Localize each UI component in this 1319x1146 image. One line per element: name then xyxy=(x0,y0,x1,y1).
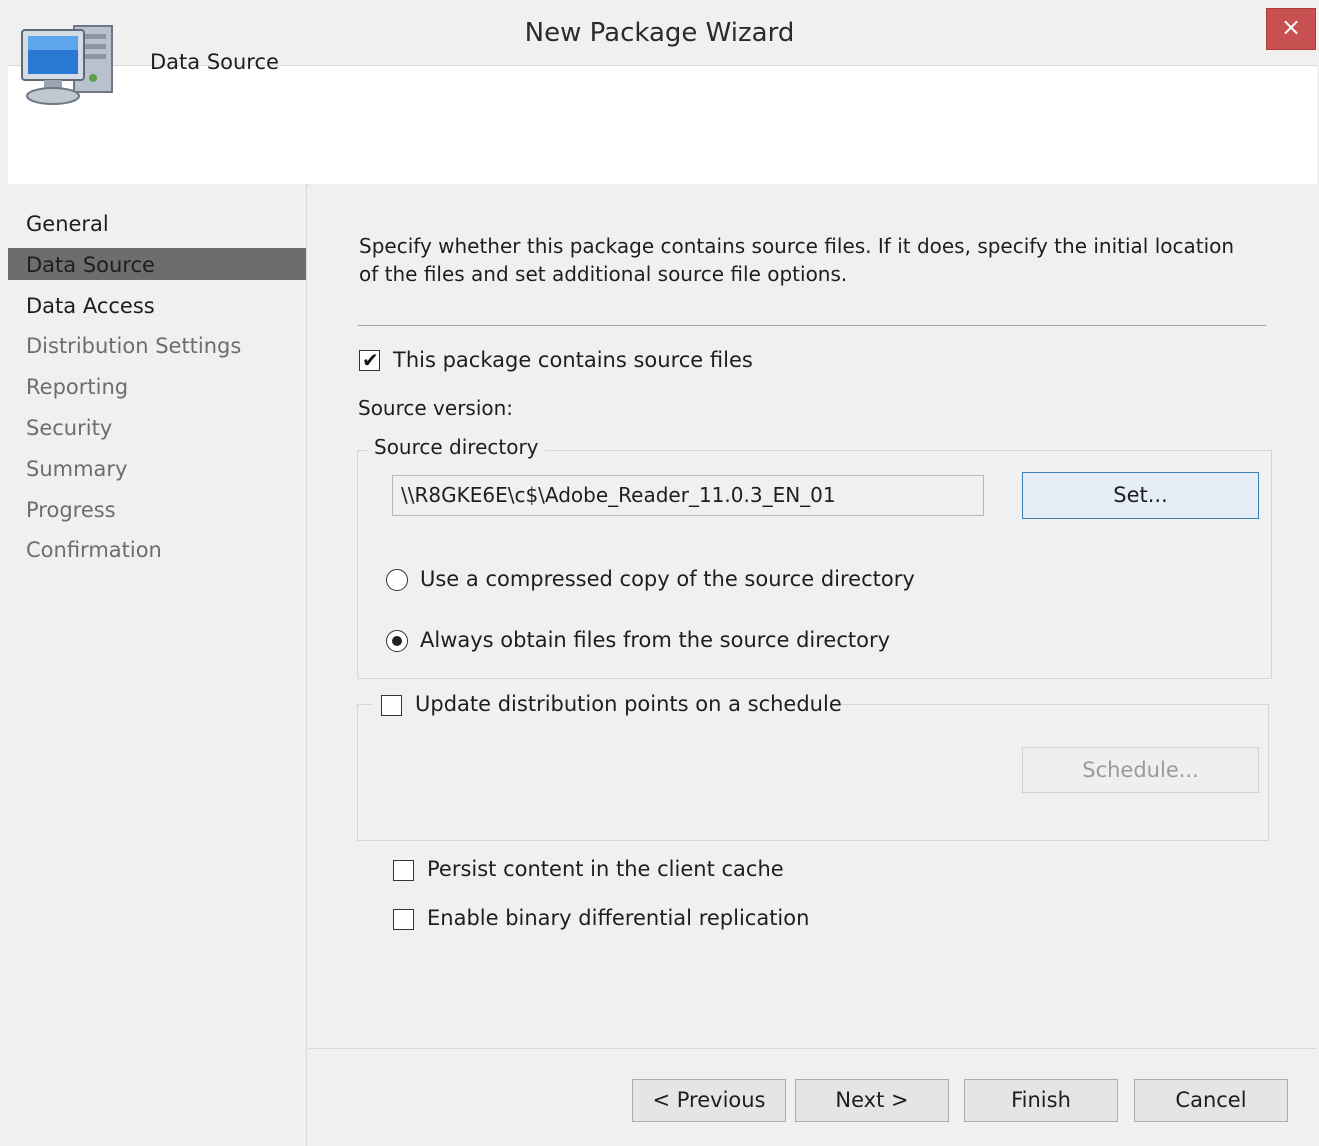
page-description: Specify whether this package contains so… xyxy=(359,234,1235,286)
sidebar-item-distribution-settings: Distribution Settings xyxy=(26,334,242,358)
window-title: New Package Wizard xyxy=(524,18,795,48)
sidebar-item-data-source[interactable]: Data Source xyxy=(26,250,155,280)
sidebar xyxy=(8,184,307,1146)
always-obtain-radio[interactable] xyxy=(386,630,408,652)
contains-source-label: This package contains source files xyxy=(393,348,753,372)
update-schedule-label: Update distribution points on a schedule xyxy=(415,692,842,716)
radio-selected-dot xyxy=(392,636,402,646)
sidebar-item-data-access[interactable]: Data Access xyxy=(26,291,155,321)
binary-diff-label: Enable binary differential replication xyxy=(427,906,810,930)
always-obtain-label: Always obtain files from the source dire… xyxy=(420,628,891,652)
close-button[interactable]: × xyxy=(1266,8,1316,50)
source-directory-input[interactable]: \\R8GKE6E\c$\Adobe_Reader_11.0.3_EN_01 xyxy=(392,475,984,516)
computer-icon xyxy=(18,20,118,110)
sidebar-item-summary: Summary xyxy=(26,457,128,481)
checkmark-icon: ✔ xyxy=(362,348,379,372)
close-icon: × xyxy=(1280,13,1302,41)
sidebar-item-confirmation: Confirmation xyxy=(26,538,162,562)
sidebar-item-general[interactable]: General xyxy=(26,209,109,239)
contains-source-checkbox[interactable]: ✔ xyxy=(359,348,380,372)
compressed-copy-label: Use a compressed copy of the source dire… xyxy=(420,567,915,591)
set-button[interactable]: Set... xyxy=(1022,472,1259,519)
binary-diff-checkbox[interactable] xyxy=(393,909,414,930)
wizard-header xyxy=(8,65,1317,185)
persist-cache-checkbox[interactable] xyxy=(393,860,414,881)
schedule-button: Schedule... xyxy=(1022,747,1259,793)
compressed-copy-radio[interactable] xyxy=(386,569,408,591)
page-title: Data Source xyxy=(150,50,279,74)
previous-button[interactable]: < Previous xyxy=(632,1079,786,1122)
sidebar-item-security: Security xyxy=(26,416,113,440)
finish-button[interactable]: Finish xyxy=(964,1079,1118,1122)
sidebar-item-progress: Progress xyxy=(26,498,116,522)
sidebar-item-reporting: Reporting xyxy=(26,375,129,399)
source-directory-value: \\R8GKE6E\c$\Adobe_Reader_11.0.3_EN_01 xyxy=(401,483,836,507)
cancel-button[interactable]: Cancel xyxy=(1134,1079,1288,1122)
divider xyxy=(358,325,1266,326)
source-version-label: Source version: xyxy=(358,396,514,420)
footer-divider xyxy=(309,1048,1317,1049)
source-directory-legend: Source directory xyxy=(368,435,545,459)
next-button[interactable]: Next > xyxy=(795,1079,949,1122)
update-schedule-checkbox[interactable] xyxy=(381,695,402,716)
persist-cache-label: Persist content in the client cache xyxy=(427,857,784,881)
